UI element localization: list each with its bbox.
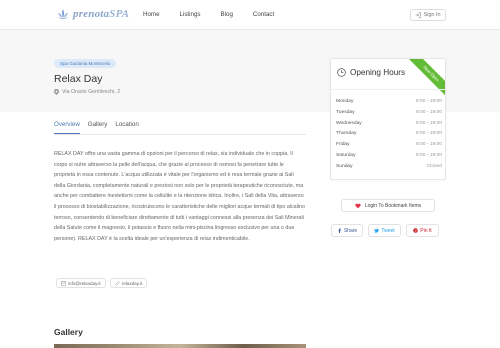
pinterest-icon (413, 228, 419, 233)
link-icon (115, 281, 120, 285)
day-label: Saturday (336, 153, 356, 158)
email-text: info@relaxday.it (68, 280, 101, 286)
listing-address: Via Orazio Gentileschi, 2 (54, 89, 120, 95)
lotus-logo-icon (58, 9, 68, 19)
pinterest-share-button[interactable]: Pin It (406, 224, 439, 237)
time-value: 9:00 - 19:00 (415, 99, 442, 104)
brand-name: prenota (73, 8, 110, 20)
brand-accent: SPA (109, 8, 130, 20)
nav-listings[interactable]: Listings (180, 11, 201, 18)
tab-overview[interactable]: Overview (54, 121, 80, 134)
time-value: 9:00 - 19:00 (415, 153, 442, 158)
sign-in-button[interactable]: Sign In (410, 9, 446, 21)
time-value: Closed (426, 164, 442, 169)
tabs-divider (54, 134, 306, 135)
facebook-icon (338, 228, 341, 233)
listing-description: RELAX DAY offre una vasta gamma di opzio… (54, 151, 305, 242)
email-link[interactable]: info@relaxday.it (56, 278, 106, 288)
gallery-heading: Gallery (54, 327, 83, 337)
category-tag[interactable]: Spa Guidonia Montecelio (54, 59, 117, 68)
clock-icon (337, 68, 346, 77)
tab-gallery[interactable]: Gallery (88, 121, 108, 134)
listing-tabs: Overview Gallery Location (54, 121, 147, 134)
hours-row-tuesday: Tuesday 9:00 - 19:00 (336, 110, 442, 115)
address-text: Via Orazio Gentileschi, 2 (62, 89, 121, 95)
bookmark-label: Login To Bookmark Items (364, 202, 422, 209)
day-label: Tuesday (336, 110, 355, 115)
hours-row-wednesday: Wednesday 9:00 - 19:00 (336, 121, 442, 126)
day-label: Monday (336, 99, 354, 104)
envelope-icon (61, 281, 66, 285)
share-label: Share (343, 227, 358, 234)
sign-in-label: Sign In (423, 12, 441, 18)
site-logo[interactable]: prenotaSPA (56, 7, 129, 21)
nav-blog[interactable]: Blog (221, 11, 233, 18)
map-pin-icon (54, 89, 59, 95)
time-value: 9:00 - 19:00 (415, 121, 442, 126)
time-value: 9:00 - 19:00 (415, 142, 442, 147)
day-label: Friday (336, 142, 350, 147)
hours-row-saturday: Saturday 9:00 - 19:00 (336, 153, 442, 158)
hours-row-friday: Friday 9:00 - 19:00 (336, 142, 442, 147)
hours-row-thursday: Thursday 9:00 - 19:00 (336, 131, 442, 136)
now-open-badge: Now Open (404, 59, 445, 101)
bookmark-button[interactable]: Login To Bookmark Items (341, 199, 435, 212)
time-value: 9:00 - 19:00 (415, 131, 442, 136)
day-label: Sunday (336, 164, 353, 169)
sign-in-icon (416, 12, 422, 18)
website-link[interactable]: relaxday.it (109, 278, 148, 288)
contact-chips: info@relaxday.it relaxday.it (56, 278, 151, 288)
day-label: Thursday (336, 131, 357, 136)
facebook-share-button[interactable]: Share (331, 224, 363, 237)
opening-hours-title: Opening Hours (350, 68, 406, 77)
day-label: Wednesday (336, 121, 362, 126)
twitter-share-button[interactable]: Tweet (368, 224, 401, 237)
hours-row-sunday: Sunday Closed (336, 164, 442, 169)
listing-title: Relax Day (54, 73, 103, 85)
nav-home[interactable]: Home (143, 11, 160, 18)
time-value: 9:00 - 19:00 (415, 110, 442, 115)
website-text: relaxday.it (121, 280, 143, 286)
opening-hours-header: Opening Hours (337, 68, 405, 77)
twitter-icon (374, 228, 380, 233)
top-navigation-bar: prenotaSPA Home Listings Blog Contact Si… (0, 0, 500, 30)
heart-icon (355, 203, 361, 208)
nav-contact[interactable]: Contact (253, 11, 274, 18)
hours-divider (331, 89, 445, 90)
share-buttons: Share Tweet Pin It (331, 224, 444, 237)
opening-hours-card: Opening Hours Now Open Monday 9:00 - 19:0… (330, 58, 446, 180)
gallery-image-preview[interactable] (54, 344, 306, 348)
main-nav: Home Listings Blog Contact (143, 11, 294, 18)
tweet-label: Tweet (381, 227, 395, 234)
pin-label: Pin It (420, 227, 432, 234)
hours-row-monday: Monday 9:00 - 19:00 (336, 99, 442, 104)
tab-location[interactable]: Location (115, 121, 138, 134)
